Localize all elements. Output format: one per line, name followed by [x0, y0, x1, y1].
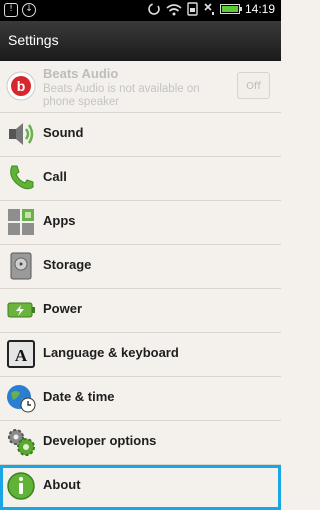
beats-audio-icon: b	[6, 71, 36, 101]
beats-audio-toggle[interactable]: Off	[237, 72, 270, 99]
settings-item-label: Language & keyboard	[43, 345, 179, 360]
svg-text:b: b	[17, 78, 26, 94]
speaker-icon	[9, 123, 34, 145]
settings-item-beats-audio[interactable]: b Beats Audio Beats Audio is not availab…	[0, 61, 281, 113]
info-icon	[7, 472, 35, 500]
beats-audio-label: Beats Audio	[43, 66, 119, 81]
settings-item-label: Storage	[43, 257, 92, 272]
settings-item-sound[interactable]: Sound	[0, 113, 281, 157]
settings-item-about[interactable]: About	[0, 465, 281, 510]
settings-item-label: Sound	[43, 125, 84, 140]
settings-item-power[interactable]: Power	[0, 289, 281, 333]
storage-icon	[10, 252, 32, 280]
no-signal-icon	[204, 3, 214, 15]
apps-grid-icon	[8, 209, 34, 235]
settings-item-language-keyboard[interactable]: A Language & keyboard	[0, 333, 281, 377]
sync-icon	[148, 3, 160, 15]
battery-power-icon	[7, 302, 35, 318]
settings-item-label: Date & time	[43, 389, 115, 404]
clock: 14:19	[244, 2, 275, 16]
svg-text:A: A	[15, 346, 28, 365]
page-title: Settings	[8, 32, 59, 48]
wifi-icon	[166, 3, 182, 15]
settings-item-call[interactable]: Call	[0, 157, 281, 201]
sim-icon	[187, 2, 198, 16]
settings-item-label: Call	[43, 169, 67, 184]
status-bar: ! ↓ 14:19	[0, 0, 281, 21]
settings-item-apps[interactable]: Apps	[0, 201, 281, 245]
settings-item-date-time[interactable]: Date & time	[0, 377, 281, 421]
settings-item-label: About	[43, 477, 81, 492]
settings-item-label: Developer options	[43, 433, 157, 448]
title-bar: Settings	[0, 21, 281, 61]
settings-item-storage[interactable]: Storage	[0, 245, 281, 289]
globe-clock-icon	[7, 385, 36, 413]
warning-icon: !	[4, 3, 18, 17]
download-icon: ↓	[22, 3, 36, 17]
settings-item-label: Apps	[43, 213, 76, 228]
settings-item-label: Power	[43, 301, 83, 316]
settings-item-developer-options[interactable]: Developer options	[0, 421, 281, 465]
phone-icon	[10, 165, 34, 190]
battery-icon	[219, 4, 242, 14]
beats-audio-subtitle: Beats Audio is not available on phone sp…	[43, 83, 200, 108]
settings-list: b Beats Audio Beats Audio is not availab…	[0, 61, 281, 510]
keyboard-key-icon: A	[7, 340, 35, 368]
gears-icon	[8, 429, 35, 456]
